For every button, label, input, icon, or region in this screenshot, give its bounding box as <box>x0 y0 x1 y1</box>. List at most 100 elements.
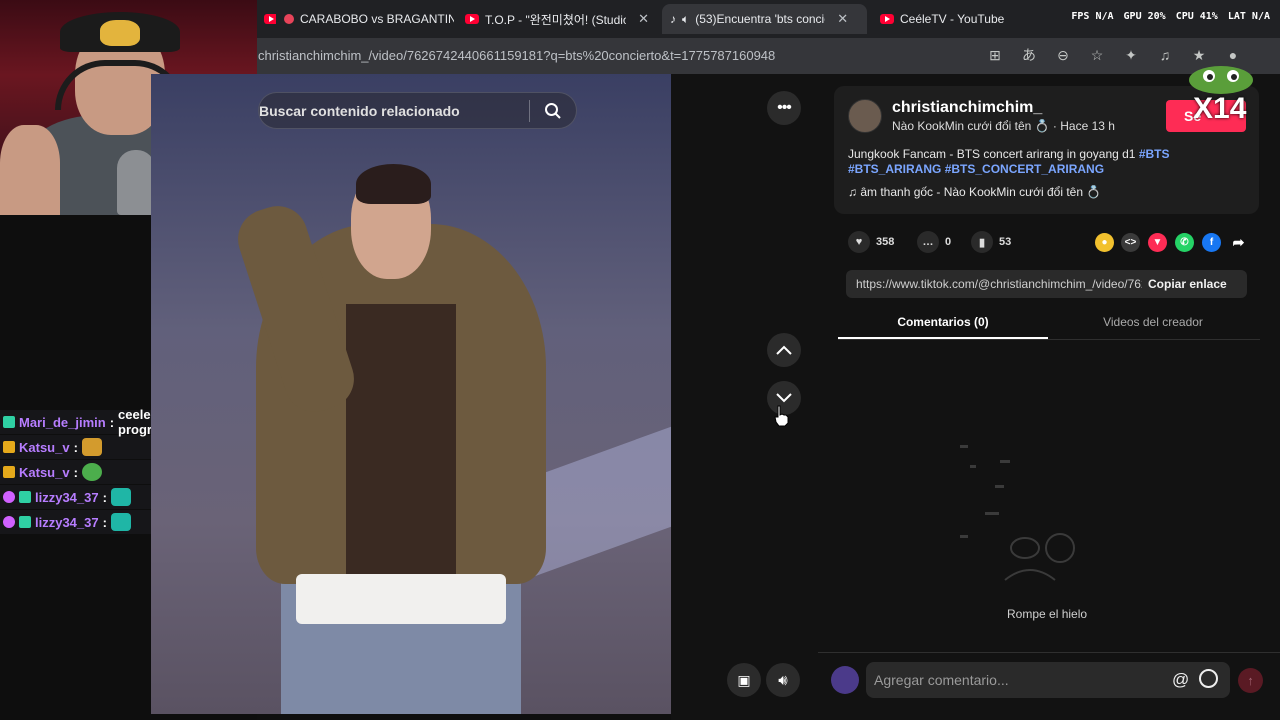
crown-emote <box>81 438 102 456</box>
tab-ceeletv[interactable]: CeéleTV - YouTube <box>872 4 1022 34</box>
save-count: 53 <box>999 236 1012 248</box>
creator-avatar[interactable] <box>848 99 882 133</box>
tab-tiktok-active[interactable]: ♪ 🔈︎ (53)Encuentra 'bts concierto' ✕ <box>662 4 867 34</box>
mention-icon[interactable]: @ <box>1172 670 1189 690</box>
share-link-box: https://www.tiktok.com/@christianchimchi… <box>846 270 1247 298</box>
teal-emote <box>110 488 131 506</box>
youtube-icon <box>880 14 894 24</box>
facebook-icon[interactable]: f <box>1202 233 1221 252</box>
crown-badge-icon <box>3 466 15 478</box>
bookmark-icon: ▮ <box>971 231 993 253</box>
hashtag-link[interactable]: #BTS <box>1139 147 1170 161</box>
emoji-icon[interactable] <box>1199 669 1218 688</box>
send-comment-button[interactable]: ↑ <box>1238 668 1263 693</box>
share-arrow-icon[interactable]: ➦ <box>1229 233 1248 252</box>
extensions-icon[interactable]: ✦ <box>1120 44 1142 66</box>
copy-link-button[interactable]: Copiar enlace <box>1142 277 1227 291</box>
video-player[interactable] <box>151 74 671 714</box>
green-emote <box>81 463 102 481</box>
performer-waist <box>296 574 506 624</box>
performer-hair <box>356 164 431 204</box>
post-description: Jungkook Fancam - BTS concert arirang in… <box>848 147 1178 177</box>
tab-label: (53)Encuentra 'bts concierto' <box>695 12 825 26</box>
chat-separator: : <box>73 464 78 480</box>
creator-subline: Nào KookMin cưới đổi tên 💍 · Hace 13 h <box>892 119 1115 133</box>
sub-badge-icon <box>19 516 31 528</box>
creator-username[interactable]: christianchimchim_ <box>892 99 1042 117</box>
send-share-icon[interactable]: ▼ <box>1148 233 1167 252</box>
empty-comments-text: Rompe el hielo <box>1007 607 1088 621</box>
favorite-star-icon[interactable]: ☆ <box>1086 44 1108 66</box>
cpu-stat: CPU 41% <box>1175 11 1218 22</box>
chat-separator: : <box>102 514 107 530</box>
tiktok-icon: ♪ <box>670 12 676 26</box>
chat-username[interactable]: Katsu_v <box>19 440 70 455</box>
tab-top-studio54[interactable]: T.O.P - "완전미쳤어! (Studio54) ✕ <box>457 4 657 34</box>
comment-count: 0 <box>945 236 952 248</box>
arrow-up-icon: ↑ <box>1247 673 1254 688</box>
chat-username[interactable]: Katsu_v <box>19 465 70 480</box>
sub-badge-icon <box>19 491 31 503</box>
cap-logo <box>100 20 140 46</box>
crown-badge-icon <box>3 441 15 453</box>
pip-button[interactable]: ▣ <box>727 663 761 697</box>
gem-badge-icon <box>3 516 15 528</box>
speaker-icon[interactable]: 🔈︎ <box>682 12 689 27</box>
tab-youtube-1[interactable] <box>256 4 276 34</box>
my-avatar[interactable] <box>831 666 859 694</box>
translate-icon[interactable]: あ <box>1018 44 1040 66</box>
close-icon[interactable]: ✕ <box>638 11 649 27</box>
chat-separator: : <box>102 489 107 505</box>
chat-username[interactable]: Mari_de_jimin <box>19 415 106 430</box>
lat-stat: LAT N/A <box>1227 11 1270 22</box>
search-input[interactable] <box>259 102 529 119</box>
save-action[interactable]: ▮ 53 <box>971 231 1011 253</box>
more-icon: ••• <box>777 99 792 116</box>
volume-button[interactable]: 🔊︎ <box>766 663 800 697</box>
more-options-button[interactable]: ••• <box>767 91 801 125</box>
pip-icon: ▣ <box>737 671 751 688</box>
url-text[interactable]: christianchimchim_/video/762674244066115… <box>258 48 775 63</box>
tab-label: CARABOBO vs BRAGANTINO <box>300 12 454 26</box>
tab-label: CeéleTV - YouTube <box>900 12 1005 26</box>
description-text: Jungkook Fancam - BTS concert arirang in… <box>848 147 1139 161</box>
tab-carabobo[interactable]: CARABOBO vs BRAGANTINO <box>276 4 454 34</box>
teal-emote <box>110 513 131 531</box>
speaker-icon: 🔊︎ <box>778 671 788 689</box>
chat-username[interactable]: lizzy34_37 <box>35 515 99 530</box>
gpu-stat: GPU 20% <box>1123 11 1166 22</box>
youtube-icon <box>264 14 276 24</box>
tab-comments[interactable]: Comentarios (0) <box>838 312 1048 339</box>
hashtag-link[interactable]: #BTS_ARIRANG <box>848 162 941 176</box>
embed-icon[interactable]: <> <box>1121 233 1140 252</box>
whatsapp-icon[interactable]: ✆ <box>1175 233 1194 252</box>
coin-share-icon[interactable]: ● <box>1095 233 1114 252</box>
previous-video-button[interactable] <box>767 333 801 367</box>
music-track[interactable]: ♫ âm thanh gốc - Nào KookMin cưới đổi tê… <box>848 185 1101 199</box>
overlay-text: X14 <box>1193 92 1247 125</box>
app-icon[interactable]: ⊞ <box>984 44 1006 66</box>
hashtag-link[interactable]: #BTS_CONCERT_ARIRANG <box>945 162 1104 176</box>
gem-badge-icon <box>3 491 15 503</box>
comment-icon: … <box>917 231 939 253</box>
overlay-stats: FPS N/A GPU 20% CPU 41% LAT N/A <box>1071 11 1270 22</box>
fps-stat: FPS N/A <box>1071 11 1114 22</box>
zoom-icon[interactable]: ⊖ <box>1052 44 1074 66</box>
stream-overlay-badge: X14 <box>1185 60 1257 132</box>
share-link-text[interactable]: https://www.tiktok.com/@christianchimchi… <box>846 277 1142 291</box>
search-icon <box>545 102 561 119</box>
microphone-icon <box>117 150 155 215</box>
empty-comments-illustration <box>960 445 1075 581</box>
chat-separator: : <box>109 414 115 430</box>
comment-action[interactable]: … 0 <box>917 231 951 253</box>
tab-label: T.O.P - "완전미쳤어! (Studio54) <box>485 12 626 27</box>
search-button[interactable] <box>530 92 576 129</box>
close-icon[interactable]: ✕ <box>837 11 848 27</box>
music-note-icon[interactable]: ♫ <box>1154 44 1176 66</box>
youtube-icon <box>465 14 479 24</box>
live-dot-icon <box>284 14 294 24</box>
like-action[interactable]: ♥ 358 <box>848 231 894 253</box>
tab-creator-videos[interactable]: Videos del creador <box>1048 312 1258 339</box>
heart-icon: ♥ <box>848 231 870 253</box>
chat-username[interactable]: lizzy34_37 <box>35 490 99 505</box>
